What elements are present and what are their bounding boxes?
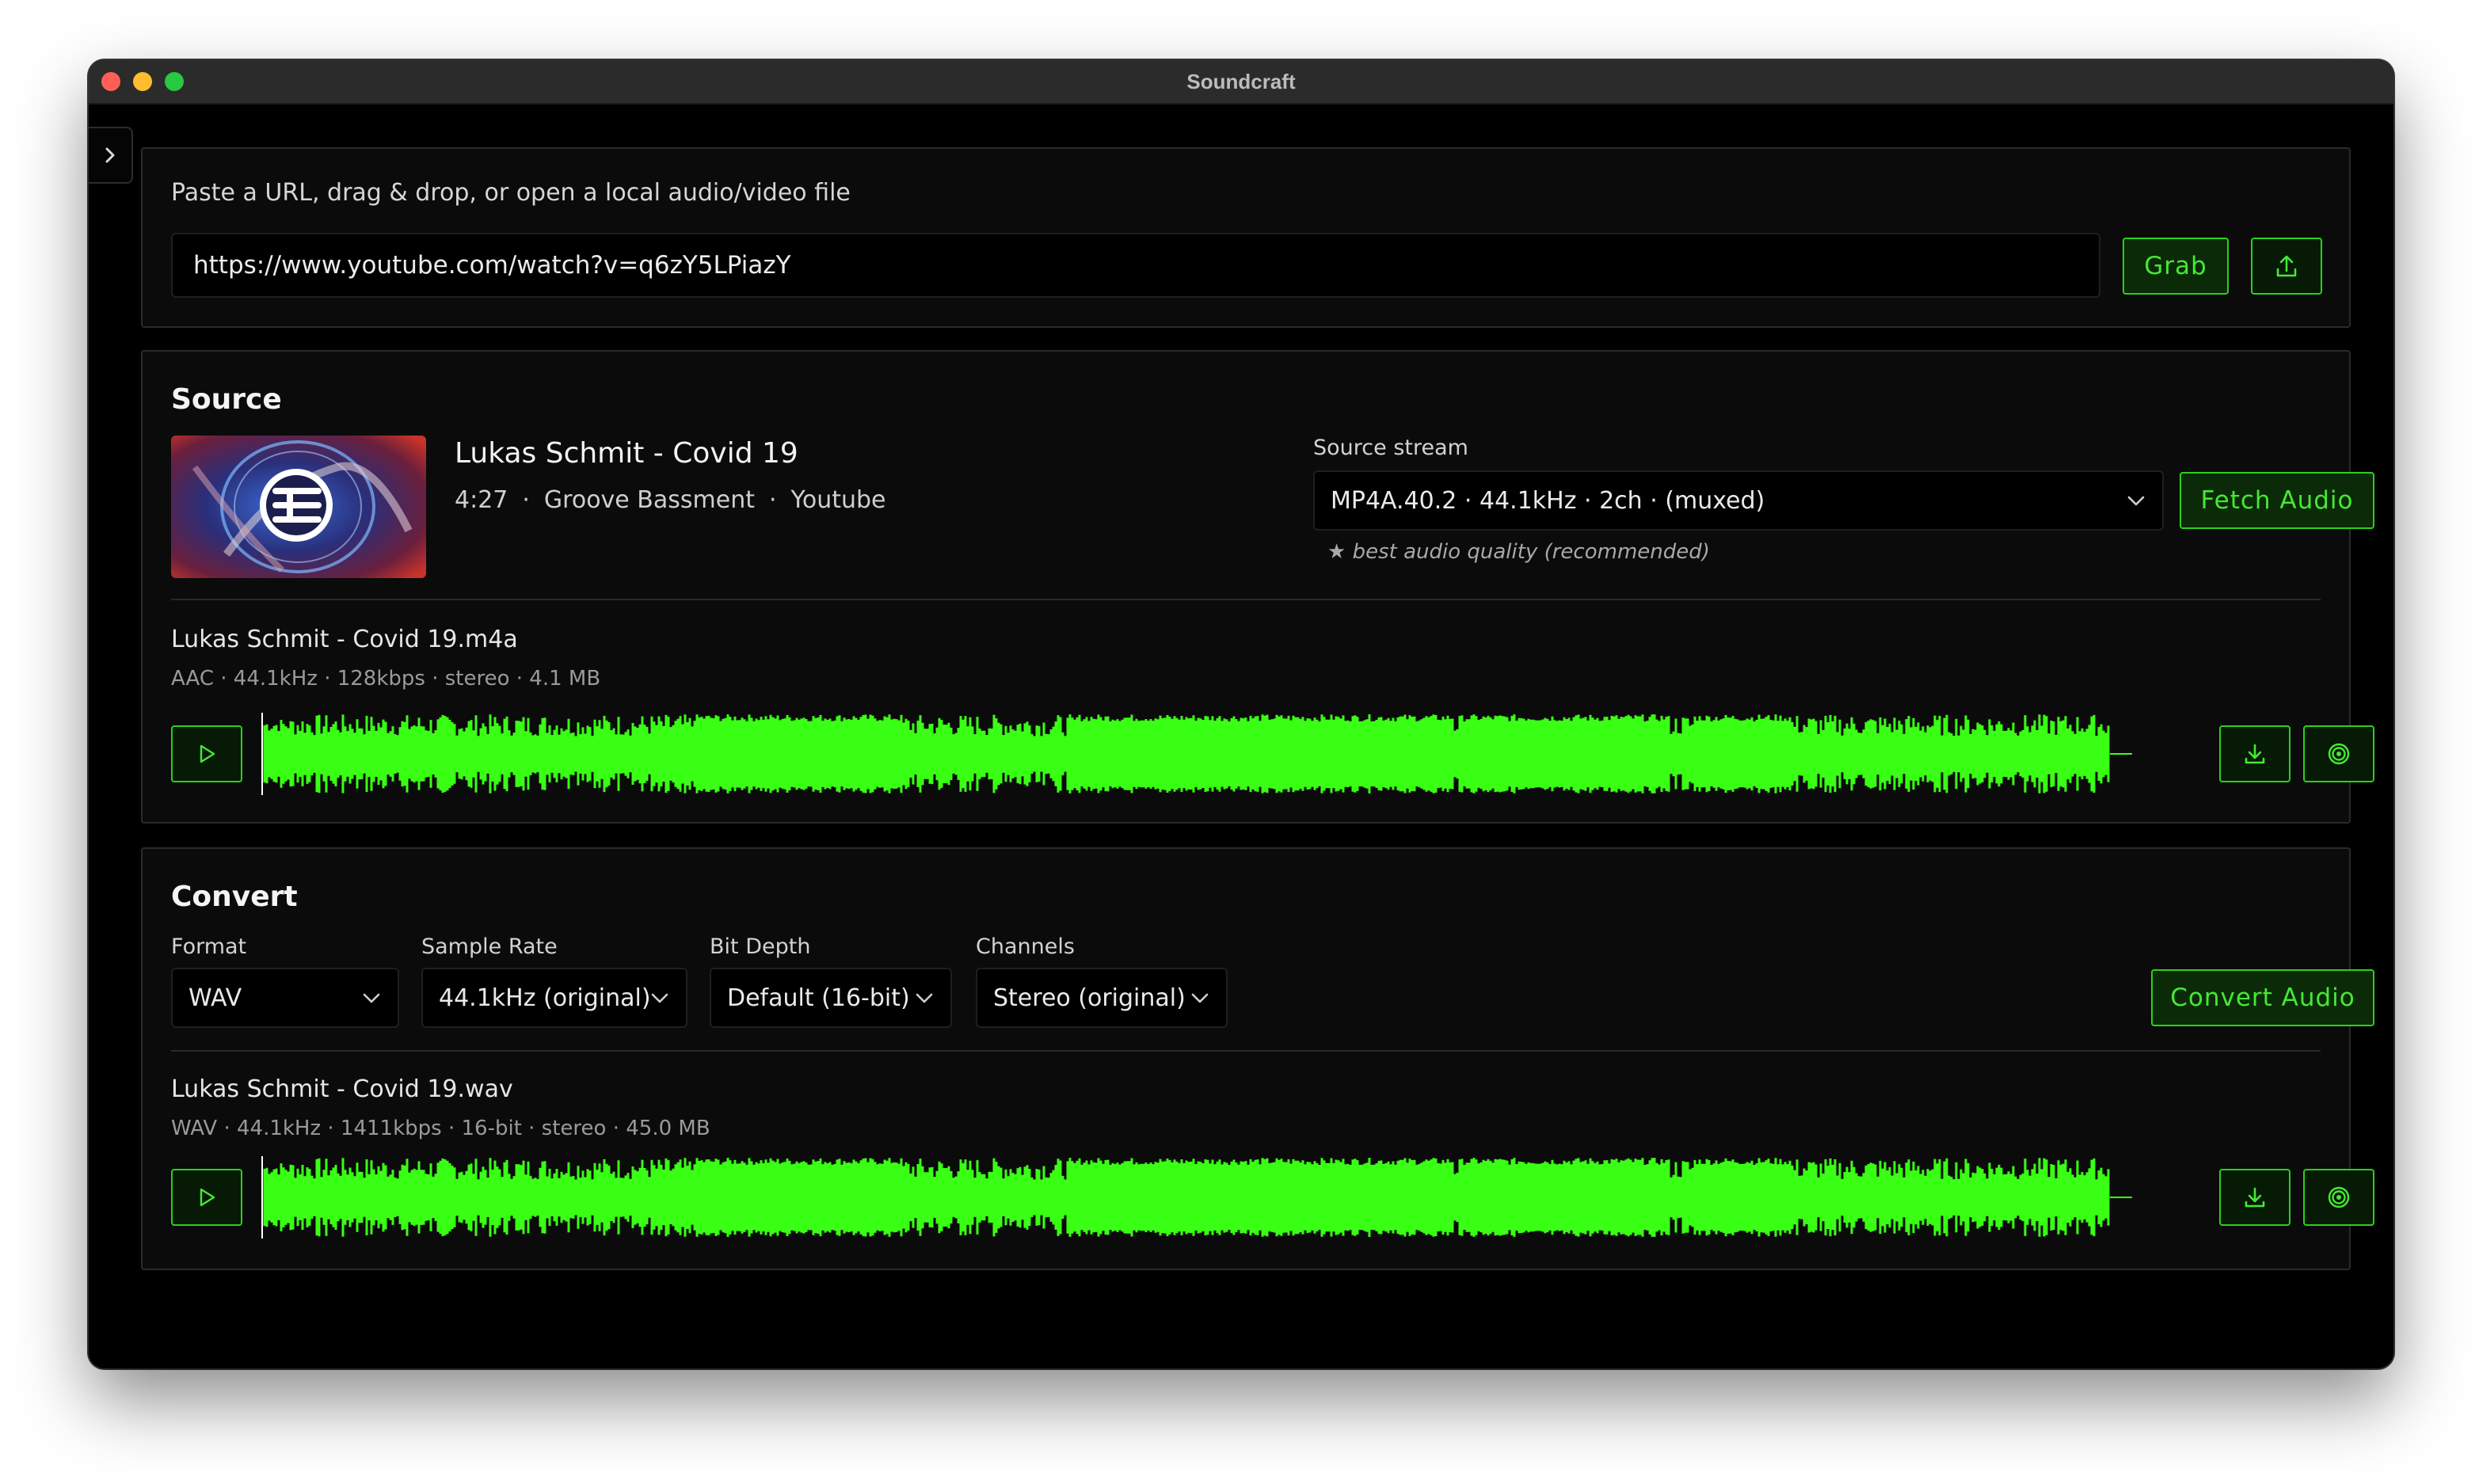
track-meta: 4:27 · Groove Bassment · Youtube: [455, 486, 886, 514]
source-file-meta: AAC · 44.1kHz · 128kbps · stereo · 4.1 M…: [171, 667, 601, 691]
format-select[interactable]: WAV: [171, 968, 399, 1028]
source-heading: Source: [171, 383, 282, 416]
source-stream-label: Source stream: [1313, 436, 1468, 460]
chevron-down-icon: [2127, 496, 2145, 506]
close-window-button[interactable]: [101, 72, 120, 91]
track-title: Lukas Schmit - Covid 19: [455, 437, 798, 470]
thumbnail-artwork: [171, 436, 426, 578]
download-source-button[interactable]: [2219, 725, 2291, 782]
play-converted-button[interactable]: [171, 1169, 242, 1226]
waveform-bars: [263, 1158, 2110, 1237]
convert-audio-label: Convert Audio: [2170, 984, 2355, 1012]
play-icon: [200, 744, 215, 763]
bit-depth-label: Bit Depth: [710, 934, 811, 959]
minimize-window-button[interactable]: [133, 72, 152, 91]
channels-value: Stereo (original): [993, 984, 1186, 1012]
convert-audio-button[interactable]: Convert Audio: [2151, 969, 2374, 1026]
chevron-right-icon: [105, 147, 115, 163]
meta-separator: ·: [768, 486, 777, 514]
converted-file-meta: WAV · 44.1kHz · 1411kbps · 16-bit · ster…: [171, 1117, 710, 1140]
zoom-window-button[interactable]: [165, 72, 184, 91]
track-duration: 4:27: [455, 486, 508, 514]
bit-depth-value: Default (16-bit): [727, 984, 910, 1012]
source-panel: Source Lukas Schmit - Covid 19 4:27 · Gr…: [141, 350, 2374, 824]
convert-heading: Convert: [171, 881, 298, 913]
sample-rate-select[interactable]: 44.1kHz (original): [421, 968, 687, 1028]
sample-rate-value: 44.1kHz (original): [439, 984, 651, 1012]
chevron-down-icon: [916, 993, 933, 1003]
source-stream-select[interactable]: MP4A.40.2 · 44.1kHz · 2ch · (muxed): [1313, 470, 2164, 531]
sample-rate-label: Sample Rate: [421, 934, 558, 959]
bit-depth-select[interactable]: Default (16-bit): [710, 968, 952, 1028]
meta-separator: ·: [522, 486, 530, 514]
source-divider: [171, 599, 2321, 600]
sidebar-toggle-button[interactable]: [89, 127, 133, 184]
track-platform: Youtube: [790, 486, 886, 514]
url-instructions: Paste a URL, drag & drop, or open a loca…: [171, 179, 851, 207]
waveform-graphic: [261, 1156, 2132, 1239]
convert-panel: Convert Format WAV Sample Rate 44.1kHz (…: [141, 847, 2374, 1270]
track-channel: Groove Bassment: [543, 486, 755, 514]
app-window: Soundcraft Paste a URL, drag & drop, or …: [89, 60, 2393, 1368]
converted-file-name: Lukas Schmit - Covid 19.wav: [171, 1075, 513, 1103]
upload-button[interactable]: [2251, 238, 2322, 295]
download-icon: [2245, 1187, 2265, 1208]
fetch-audio-label: Fetch Audio: [2200, 486, 2354, 515]
upload-icon: [2276, 255, 2297, 277]
channels-label: Channels: [976, 934, 1075, 959]
chevron-down-icon: [651, 993, 668, 1003]
converted-waveform[interactable]: [261, 1156, 2134, 1239]
window-controls: [101, 72, 184, 91]
download-converted-button[interactable]: [2219, 1169, 2291, 1226]
title-bar: Soundcraft: [89, 60, 2393, 105]
target-icon: [2328, 1186, 2350, 1208]
channels-select[interactable]: Stereo (original): [976, 968, 1228, 1028]
chevron-down-icon: [363, 993, 380, 1003]
waveform-bars: [263, 714, 2110, 793]
url-input-value: https://www.youtube.com/watch?v=q6zY5LPi…: [193, 251, 791, 280]
source-file-name: Lukas Schmit - Covid 19.m4a: [171, 626, 518, 653]
format-value: WAV: [188, 984, 242, 1012]
source-stream-value: MP4A.40.2 · 44.1kHz · 2ch · (muxed): [1331, 486, 1765, 515]
url-input[interactable]: https://www.youtube.com/watch?v=q6zY5LPi…: [171, 233, 2100, 298]
format-label: Format: [171, 934, 247, 959]
download-icon: [2245, 744, 2265, 764]
play-source-button[interactable]: [171, 725, 242, 782]
analyze-source-button[interactable]: [2303, 725, 2374, 782]
video-thumbnail[interactable]: [171, 436, 426, 578]
convert-divider: [171, 1050, 2321, 1052]
grab-button[interactable]: Grab: [2123, 238, 2229, 295]
fetch-audio-button[interactable]: Fetch Audio: [2180, 472, 2374, 529]
grab-button-label: Grab: [2144, 252, 2207, 280]
source-stream-hint: ★ best audio quality (recommended): [1327, 540, 1710, 564]
source-waveform[interactable]: [261, 713, 2134, 795]
chevron-down-icon: [1191, 993, 1209, 1003]
url-panel: Paste a URL, drag & drop, or open a loca…: [141, 147, 2351, 328]
window-title: Soundcraft: [1186, 69, 1296, 93]
play-icon: [200, 1188, 215, 1207]
waveform-graphic: [261, 713, 2132, 795]
analyze-converted-button[interactable]: [2303, 1169, 2374, 1226]
target-icon: [2328, 743, 2350, 765]
